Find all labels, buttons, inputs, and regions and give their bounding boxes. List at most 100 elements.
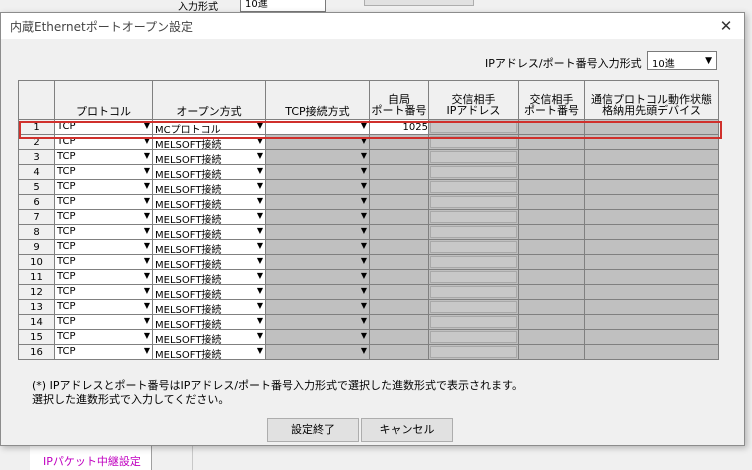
- row-number: 5: [18, 179, 55, 195]
- status-device-field: [584, 134, 719, 150]
- tcp-method-combo: ▼: [265, 224, 370, 240]
- ip-format-select[interactable]: 10進 ▼: [647, 51, 717, 70]
- protocol-combo[interactable]: TCP ▼: [54, 314, 153, 330]
- bg-format-select[interactable]: 10進: [240, 0, 326, 12]
- chevron-down-icon: ▼: [256, 286, 263, 295]
- tcp-method-combo: ▼: [265, 239, 370, 255]
- open-method-combo[interactable]: MELSOFT接続 ▼: [152, 284, 266, 300]
- own-port-field: [369, 254, 429, 270]
- table-row: 14 TCP ▼ MELSOFT接続 ▼ ▼: [18, 314, 719, 330]
- table-row: 10 TCP ▼ MELSOFT接続 ▼ ▼: [18, 254, 719, 270]
- open-method-combo[interactable]: MELSOFT接続 ▼: [152, 134, 266, 150]
- protocol-combo[interactable]: TCP ▼: [54, 254, 153, 270]
- open-method-combo[interactable]: MELSOFT接続 ▼: [152, 194, 266, 210]
- chevron-down-icon: ▼: [143, 121, 150, 130]
- protocol-combo[interactable]: TCP ▼: [54, 164, 153, 180]
- status-device-field: [584, 239, 719, 255]
- chevron-down-icon: ▼: [360, 196, 367, 205]
- ip-format-value: 10進: [652, 59, 675, 70]
- header-tcp-method: TCP接続方式: [265, 80, 370, 120]
- chevron-down-icon: ▼: [256, 301, 263, 310]
- open-method-combo[interactable]: MELSOFT接続 ▼: [152, 299, 266, 315]
- peer-port-field: [518, 269, 585, 285]
- peer-ip-field: [428, 329, 519, 345]
- status-device-field: [584, 179, 719, 195]
- chevron-down-icon: ▼: [143, 211, 150, 220]
- header-open-method: オープン方式: [152, 80, 266, 120]
- table-row: 15 TCP ▼ MELSOFT接続 ▼ ▼: [18, 329, 719, 345]
- protocol-combo[interactable]: TCP ▼: [54, 239, 153, 255]
- chevron-down-icon: ▼: [360, 286, 367, 295]
- open-method-combo[interactable]: MELSOFT接続 ▼: [152, 239, 266, 255]
- peer-ip-field: [428, 254, 519, 270]
- peer-port-field: [518, 329, 585, 345]
- open-method-combo[interactable]: MELSOFT接続 ▼: [152, 224, 266, 240]
- tcp-method-combo: ▼: [265, 299, 370, 315]
- status-device-field: [584, 284, 719, 300]
- status-device-field: [584, 209, 719, 225]
- open-method-combo[interactable]: MELSOFT接続 ▼: [152, 344, 266, 360]
- chevron-down-icon: ▼: [256, 121, 263, 130]
- protocol-combo[interactable]: TCP ▼: [54, 134, 153, 150]
- protocol-combo[interactable]: TCP ▼: [54, 329, 153, 345]
- open-method-combo[interactable]: MELSOFT接続 ▼: [152, 254, 266, 270]
- row-number: 7: [18, 209, 55, 225]
- status-device-field: [584, 314, 719, 330]
- own-port-field[interactable]: 1025: [369, 119, 429, 135]
- open-method-combo[interactable]: MELSOFT接続 ▼: [152, 314, 266, 330]
- table-row: 16 TCP ▼ MELSOFT接続 ▼ ▼: [18, 344, 719, 360]
- close-icon[interactable]: ✕: [716, 16, 736, 36]
- chevron-down-icon: ▼: [360, 136, 367, 145]
- protocol-combo[interactable]: TCP ▼: [54, 119, 153, 135]
- open-method-combo[interactable]: MCプロトコル ▼: [152, 119, 266, 135]
- tcp-method-combo: ▼: [265, 179, 370, 195]
- status-device-field: [584, 149, 719, 165]
- peer-port-field: [518, 239, 585, 255]
- open-method-combo[interactable]: MELSOFT接続 ▼: [152, 179, 266, 195]
- tcp-method-combo[interactable]: ▼: [265, 119, 370, 135]
- ip-packet-relay-link[interactable]: IPパケット中継設定: [30, 446, 152, 470]
- table-row: 1 TCP ▼ MCプロトコル ▼ ▼ 1025: [18, 119, 719, 135]
- table-row: 2 TCP ▼ MELSOFT接続 ▼ ▼: [18, 134, 719, 150]
- finish-settings-button[interactable]: 設定終了: [267, 418, 359, 442]
- dialog-title: 内蔵Ethernetポートオープン設定: [10, 20, 193, 34]
- header-peer-port: 交信相手 ポート番号: [518, 80, 585, 120]
- protocol-combo[interactable]: TCP ▼: [54, 344, 153, 360]
- protocol-combo[interactable]: TCP ▼: [54, 269, 153, 285]
- open-method-combo[interactable]: MELSOFT接続 ▼: [152, 209, 266, 225]
- protocol-combo[interactable]: TCP ▼: [54, 209, 153, 225]
- protocol-combo[interactable]: TCP ▼: [54, 284, 153, 300]
- chevron-down-icon: ▼: [256, 136, 263, 145]
- protocol-combo[interactable]: TCP ▼: [54, 179, 153, 195]
- own-port-field: [369, 209, 429, 225]
- peer-port-field: [518, 149, 585, 165]
- peer-port-field: [518, 314, 585, 330]
- cancel-button[interactable]: キャンセル: [361, 418, 453, 442]
- chevron-down-icon: ▼: [143, 271, 150, 280]
- row-number: 8: [18, 224, 55, 240]
- protocol-combo[interactable]: TCP ▼: [54, 149, 153, 165]
- open-method-combo[interactable]: MELSOFT接続 ▼: [152, 164, 266, 180]
- peer-port-field: [518, 344, 585, 360]
- chevron-down-icon: ▼: [143, 181, 150, 190]
- header-number: [18, 80, 55, 120]
- chevron-down-icon: ▼: [143, 256, 150, 265]
- bg-button[interactable]: [364, 0, 474, 6]
- peer-ip-field: [428, 344, 519, 360]
- chevron-down-icon: ▼: [143, 241, 150, 250]
- protocol-combo[interactable]: TCP ▼: [54, 224, 153, 240]
- protocol-combo[interactable]: TCP ▼: [54, 194, 153, 210]
- row-number: 2: [18, 134, 55, 150]
- open-method-combo[interactable]: MELSOFT接続 ▼: [152, 149, 266, 165]
- tcp-method-combo: ▼: [265, 254, 370, 270]
- open-method-combo[interactable]: MELSOFT接続 ▼: [152, 269, 266, 285]
- tcp-method-combo: ▼: [265, 269, 370, 285]
- peer-ip-field: [428, 179, 519, 195]
- peer-port-field: [518, 164, 585, 180]
- row-number: 1: [18, 119, 55, 135]
- chevron-down-icon: ▼: [143, 136, 150, 145]
- row-number: 10: [18, 254, 55, 270]
- protocol-combo[interactable]: TCP ▼: [54, 299, 153, 315]
- chevron-down-icon: ▼: [360, 301, 367, 310]
- open-method-combo[interactable]: MELSOFT接続 ▼: [152, 329, 266, 345]
